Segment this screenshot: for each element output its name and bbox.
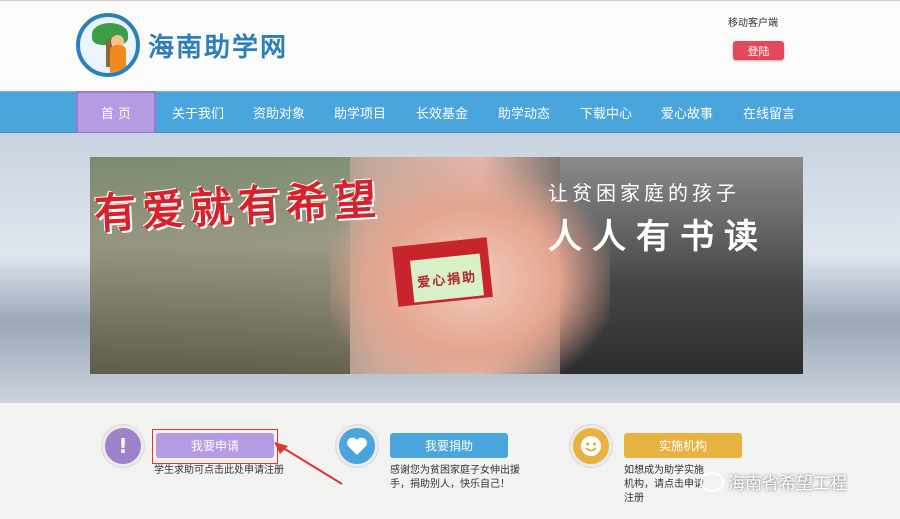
wechat-icon [700,471,724,492]
annotation-arrow-icon [274,442,343,485]
nav-item-beneficiaries[interactable]: 资助对象 [239,92,319,133]
login-button[interactable]: 登陆 [733,41,784,60]
exclamation-icon: ! [102,425,144,467]
nav-item-projects[interactable]: 助学项目 [320,92,400,133]
mobile-client-link[interactable]: 移动客户端 [728,14,778,29]
nav-item-downloads[interactable]: 下载中心 [566,92,646,133]
nav-item-stories[interactable]: 爱心故事 [647,92,727,133]
nav-item-news[interactable]: 助学动态 [484,92,564,133]
smiley-icon [570,425,612,467]
nav-item-about[interactable]: 关于我们 [158,92,238,133]
site-header: 海南助学网 移动客户端 登陆 [0,0,900,91]
site-logo[interactable]: 海南助学网 [76,13,288,77]
logo-emblem-icon [76,13,140,77]
donate-description: 感谢您为贫困家庭子女伸出援手，捐助别人，快乐自己！ [390,465,520,490]
logo-text: 海南助学网 [148,32,289,63]
institution-description: 如想成为助学实施机构，请点击申请注册 [624,465,704,504]
main-nav: 首 页 关于我们 资助对象 助学项目 长效基金 助学动态 下载中心 爱心故事 在… [0,91,900,134]
banner-slogan-big: 人人有书读 [548,217,768,257]
nav-item-messages[interactable]: 在线留言 [729,92,809,133]
donate-button[interactable]: 我要捐助 [390,433,508,458]
institution-button[interactable]: 实施机构 [624,433,742,458]
hero-banner[interactable]: 爱心捐助 有爱就有希望 让贫困家庭的孩子 人人有书读 [90,157,803,374]
nav-item-home[interactable]: 首 页 [76,91,156,134]
banner-donation-box: 爱心捐助 [409,253,485,303]
annotation-highlight-box [152,429,278,464]
nav-item-fund[interactable]: 长效基金 [402,92,482,133]
wechat-watermark: 海南省希望工程 [700,469,847,494]
banner-slogan-sub: 让贫困家庭的孩子 [548,181,740,205]
